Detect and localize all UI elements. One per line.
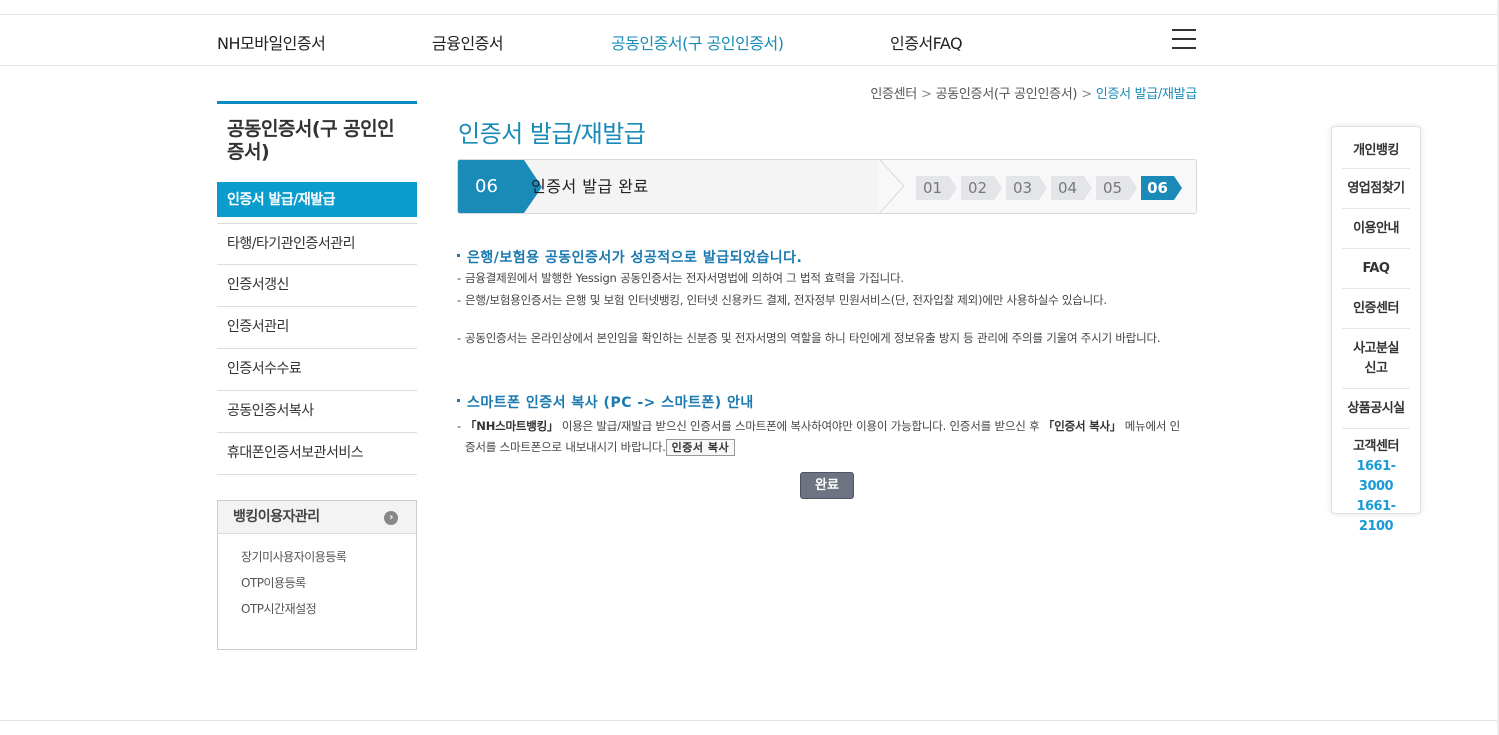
left-nav-item-copy[interactable]: 공동인증서복사 xyxy=(217,391,417,433)
smartphone-copy-line: - 「NH스마트뱅킹」 이용은 발급/재발급 받으신 인증서를 스마트폰에 복사하… xyxy=(457,419,1181,456)
quick-menu: 개인뱅킹 영업점찾기 이용안내 FAQ 인증센터 사고분실신고 상품공시실 고객… xyxy=(1331,126,1421,534)
quick-item-faq[interactable]: FAQ xyxy=(1342,249,1410,289)
banking-user-link[interactable]: OTP이용등록 xyxy=(241,570,416,596)
gnb-item-cert-faq[interactable]: 인증서FAQ xyxy=(890,30,963,54)
info-line-text: 은행/보험용인증서는 은행 및 보험 인터넷뱅킹, 인터넷 신용카드 결제, 전… xyxy=(465,293,1107,307)
success-heading: 은행/보험용 공동인증서가 성공적으로 발급되었습니다. xyxy=(457,247,802,267)
current-step-label: 인증서 발급 완료 xyxy=(531,177,649,196)
chevron-right-icon[interactable]: › xyxy=(384,511,398,525)
global-nav: NH모바일인증서 금융인증서 공동인증서(구 공인인증서) 인증서FAQ xyxy=(0,15,1499,66)
breadcrumb-separator: > xyxy=(920,87,932,102)
current-step-number: 06 xyxy=(458,160,542,213)
breadcrumb-current: 인증서 발급/재발급 xyxy=(1095,87,1198,102)
info-line: - 공동인증서는 온라인상에서 본인임을 확인하는 신분증 및 전자서명의 역할을… xyxy=(457,331,1195,346)
left-nav-title: 공동인증서(구 공인인증서) xyxy=(217,101,417,182)
customer-center-label: 고객센터 xyxy=(1353,439,1399,454)
quick-item-personal-banking[interactable]: 개인뱅킹 xyxy=(1342,127,1410,169)
step-bar: 06 인증서 발급 완료 01 02 03 04 05 06 xyxy=(457,159,1197,214)
info-line-text: 금융결제원에서 발행한 Yessign 공동인증서는 전자서명법에 의하여 그 … xyxy=(465,271,904,285)
done-button[interactable]: 완료 xyxy=(800,472,854,499)
step-indicator: 05 xyxy=(1096,176,1137,200)
customer-center-tel: 1661-3000 xyxy=(1356,459,1396,494)
smartphone-copy-heading-text: 스마트폰 인증서 복사 (PC -> 스마트폰) 안내 xyxy=(467,395,754,411)
breadcrumb: 인증센터 > 공동인증서(구 공인인증서) > 인증서 발급/재발급 xyxy=(870,83,1197,102)
cert-copy-button[interactable]: 인증서 복사 xyxy=(665,439,736,456)
cert-copy-menu-text: 「인증서 복사」 xyxy=(1042,419,1122,433)
customer-center-tel: 1661-2100 xyxy=(1356,499,1396,534)
quick-item-loss-report-line2: 신고 xyxy=(1364,361,1388,376)
page-title: 인증서 발급/재발급 xyxy=(458,120,646,148)
banking-user-header[interactable]: 뱅킹이용자관리 › xyxy=(218,501,416,534)
step-indicator: 01 xyxy=(916,176,957,200)
hamburger-icon[interactable] xyxy=(1172,29,1196,49)
left-nav: 공동인증서(구 공인인증서) 인증서 발급/재발급 타행/타기관인증서관리 인증… xyxy=(217,101,417,475)
quick-item-loss-report[interactable]: 사고분실신고 xyxy=(1342,329,1410,389)
breadcrumb-item-cert-center[interactable]: 인증센터 xyxy=(870,87,917,102)
step-indicator: 03 xyxy=(1006,176,1047,200)
banking-user-link[interactable]: OTP시간재설정 xyxy=(241,596,416,622)
banking-user-title: 뱅킹이용자관리 xyxy=(233,509,320,525)
info-line: - 은행/보험용인증서는 은행 및 보험 인터넷뱅킹, 인터넷 신용카드 결제, … xyxy=(457,293,1195,308)
footer-divider xyxy=(0,720,1499,721)
left-nav-item-phone-storage[interactable]: 휴대폰인증서보관서비스 xyxy=(217,433,417,475)
step-indicators: 01 02 03 04 05 06 xyxy=(916,176,1186,200)
gnb-item-nh-mobile-cert[interactable]: NH모바일인증서 xyxy=(217,30,326,54)
left-nav-item-fee[interactable]: 인증서수수료 xyxy=(217,349,417,391)
breadcrumb-item-joint-cert[interactable]: 공동인증서(구 공인인증서) xyxy=(936,87,1078,102)
gnb-item-joint-cert[interactable]: 공동인증서(구 공인인증서) xyxy=(611,30,784,54)
copy-guide-text: 이용은 발급/재발급 받으신 인증서를 스마트폰에 복사하여야만 이용이 가능합… xyxy=(558,419,1043,433)
bullet-icon xyxy=(457,253,460,257)
smartphone-copy-heading: 스마트폰 인증서 복사 (PC -> 스마트폰) 안내 xyxy=(457,392,754,412)
bullet-icon xyxy=(457,398,460,402)
step-indicator-active: 06 xyxy=(1141,176,1182,200)
left-nav-item-other-bank[interactable]: 타행/타기관인증서관리 xyxy=(217,223,417,265)
banking-user-link[interactable]: 장기미사용자이용등록 xyxy=(241,544,416,570)
nh-smart-banking-text: 「NH스마트뱅킹」 xyxy=(465,419,559,433)
gnb-item-financial-cert[interactable]: 금융인증서 xyxy=(432,30,504,54)
quick-item-cert-center[interactable]: 인증센터 xyxy=(1342,289,1410,329)
step-divider xyxy=(878,160,905,213)
quick-item-product-notice[interactable]: 상품공시실 xyxy=(1342,389,1410,429)
left-nav-item-renew[interactable]: 인증서갱신 xyxy=(217,265,417,307)
quick-customer-center: 고객센터 1661-3000 1661-2100 xyxy=(1342,429,1410,537)
quick-item-guide[interactable]: 이용안내 xyxy=(1342,209,1410,249)
success-heading-text: 은행/보험용 공동인증서가 성공적으로 발급되었습니다. xyxy=(467,250,803,266)
left-nav-item-issue[interactable]: 인증서 발급/재발급 xyxy=(217,182,417,219)
banking-user-box: 뱅킹이용자관리 › 장기미사용자이용등록 OTP이용등록 OTP시간재설정 xyxy=(217,500,417,650)
info-line-text: 공동인증서는 온라인상에서 본인임을 확인하는 신분증 및 전자서명의 역할을 … xyxy=(465,331,1161,345)
info-line: - 금융결제원에서 발행한 Yessign 공동인증서는 전자서명법에 의하여 그… xyxy=(457,271,1197,286)
breadcrumb-separator: > xyxy=(1081,87,1092,102)
quick-item-branch-finder[interactable]: 영업점찾기 xyxy=(1342,169,1410,209)
step-indicator: 04 xyxy=(1051,176,1092,200)
step-indicator: 02 xyxy=(961,176,1002,200)
quick-item-loss-report-line1: 사고분실 xyxy=(1353,341,1399,356)
left-nav-item-manage[interactable]: 인증서관리 xyxy=(217,307,417,349)
